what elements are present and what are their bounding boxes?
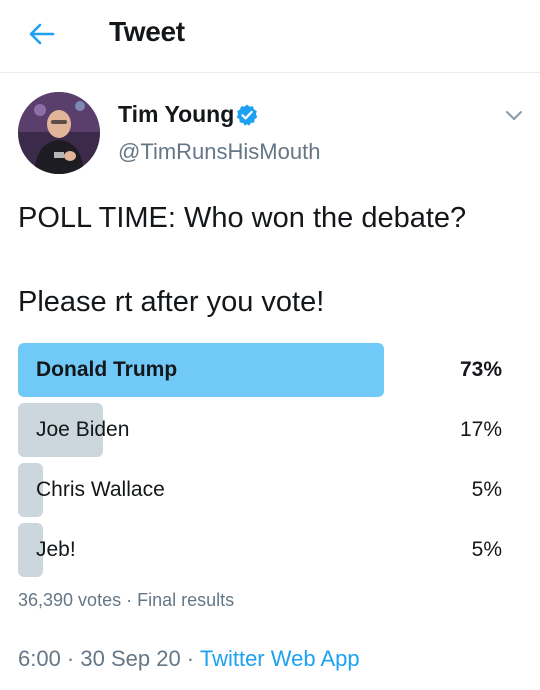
poll-option: Joe Biden 17% [18,403,502,457]
poll-option-percent: 17% [459,418,502,441]
poll-option-percent: 5% [471,478,502,501]
tweet-source-link[interactable]: Twitter Web App [200,646,360,671]
poll-option-label: Donald Trump [36,358,178,381]
avatar[interactable] [18,92,100,174]
page-title: Tweet [109,16,185,47]
poll-option-percent: 5% [471,538,502,561]
arrow-left-icon[interactable] [26,18,58,50]
poll-meta: 36,390 votes · Final results [18,590,235,610]
top-bar: Tweet [0,0,540,73]
poll-option: Donald Trump 73% [18,343,502,397]
poll-option-label: Chris Wallace [36,478,165,501]
poll-option-percent: 73% [459,358,502,381]
chevron-down-icon[interactable] [500,104,528,126]
tweet-text: POLL TIME: Who won the debate? Please rt… [18,202,467,318]
poll-option: Chris Wallace 5% [18,463,502,517]
poll-option-label: Jeb! [36,538,76,561]
author-name[interactable]: Tim Young [118,101,234,128]
verified-badge-icon [236,104,258,126]
poll-option: Jeb! 5% [18,523,502,577]
author-handle[interactable]: @TimRunsHisMouth [118,139,320,165]
time-date: 6:00 · 30 Sep 20 · [18,646,200,671]
tweet-timestamp: 6:00 · 30 Sep 20 · Twitter Web App [18,646,360,672]
poll-option-label: Joe Biden [36,418,130,441]
